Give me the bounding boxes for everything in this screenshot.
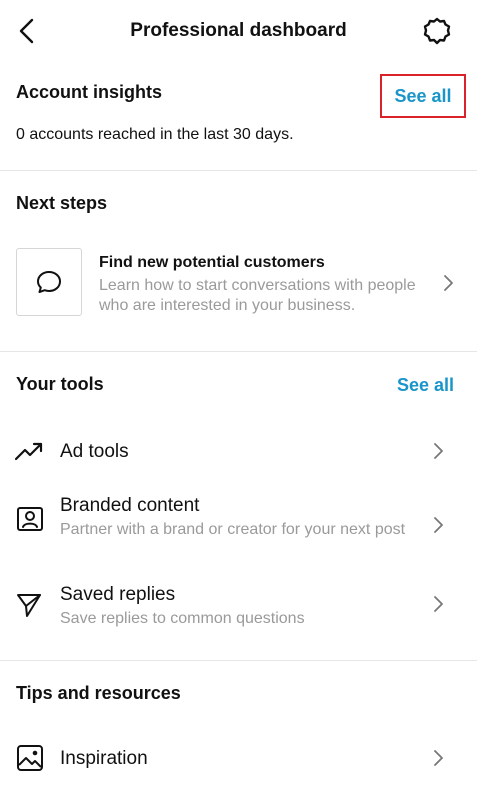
account-insights-see-all-highlight[interactable]: See all — [380, 74, 466, 118]
chevron-right-icon — [428, 441, 448, 461]
page-title: Professional dashboard — [130, 20, 347, 41]
account-insights-title: Account insights — [16, 82, 163, 102]
account-insights-see-all-link[interactable]: See all — [394, 86, 451, 107]
card-title: Find new potential customers — [99, 254, 325, 271]
chat-bubble-icon — [37, 271, 61, 293]
card-icon-box — [16, 248, 82, 316]
tips-resources-title: Tips and resources — [16, 683, 181, 703]
chevron-right-icon — [428, 594, 448, 614]
divider — [0, 660, 477, 661]
card-description: Learn how to start conversations with pe… — [99, 277, 416, 314]
tips-item-label: Inspiration — [60, 748, 148, 769]
next-steps-title: Next steps — [16, 193, 108, 213]
tool-item-label: Ad tools — [60, 441, 129, 462]
tool-item-saved-replies[interactable]: Saved replies Save replies to common que… — [0, 576, 477, 636]
next-step-card[interactable]: Find new potential customers Learn how t… — [0, 240, 477, 326]
image-icon — [15, 743, 45, 773]
divider — [0, 351, 477, 352]
account-reach-summary: 0 accounts reached in the last 30 days. — [16, 126, 294, 143]
tool-item-description: Partner with a brand or creator for your… — [60, 521, 406, 538]
branded-content-icon — [15, 504, 45, 534]
tool-item-branded-content[interactable]: Branded content Partner with a brand or … — [0, 486, 477, 566]
send-icon — [14, 589, 44, 619]
tool-item-label: Saved replies — [60, 584, 176, 605]
settings-button[interactable] — [420, 14, 454, 48]
tool-item-label: Branded content — [60, 495, 200, 516]
chevron-right-icon — [428, 748, 448, 768]
chevron-right-icon — [428, 515, 448, 535]
chevron-right-icon — [438, 273, 458, 293]
tool-item-ad-tools[interactable]: Ad tools — [0, 424, 477, 478]
tool-item-description: Save replies to common questions — [60, 610, 305, 627]
gear-icon — [423, 17, 451, 45]
your-tools-title: Your tools — [16, 374, 104, 394]
divider — [0, 170, 477, 171]
trending-up-icon — [14, 436, 44, 466]
tips-item-inspiration[interactable]: Inspiration — [0, 730, 477, 786]
your-tools-see-all-link[interactable]: See all — [397, 375, 454, 396]
